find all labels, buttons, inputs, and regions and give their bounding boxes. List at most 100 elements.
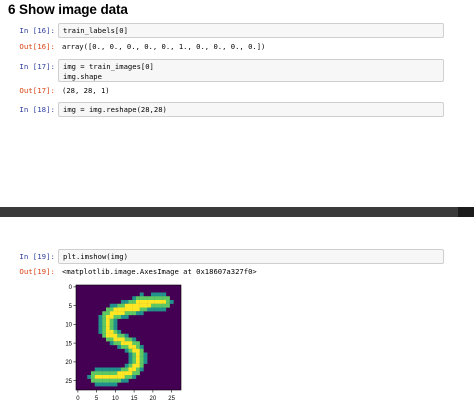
imshow-figure: 0 5 10 15 20 25 0 5 10 15 20 25 <box>65 284 182 402</box>
image-pixel <box>147 307 152 312</box>
image-pixel <box>143 307 148 312</box>
image-pixel <box>136 300 140 304</box>
image-pixel <box>128 303 133 308</box>
image-pixel <box>128 367 133 372</box>
image-pixel <box>139 292 144 297</box>
image-pixel <box>91 378 95 383</box>
image-pixel <box>132 367 137 372</box>
image-pixel <box>109 315 114 319</box>
image-pixel <box>87 375 92 379</box>
image-pixel <box>139 360 144 364</box>
image-pixel <box>98 375 103 379</box>
image-pixel <box>143 303 148 308</box>
image-pixel <box>109 378 114 383</box>
image-pixel <box>158 300 163 304</box>
image-pixel <box>147 303 152 308</box>
image-pixel <box>121 367 125 372</box>
image-pixel <box>128 348 133 353</box>
image-pixel <box>117 337 122 342</box>
y-tick-label: 20 <box>65 360 72 366</box>
image-pixel <box>124 345 129 349</box>
image-pixel <box>113 371 118 376</box>
image-pixel <box>128 371 133 376</box>
image-pixel <box>113 326 118 331</box>
image-pixel <box>132 375 137 379</box>
image-pixel <box>117 341 122 346</box>
image-pixel <box>121 341 125 346</box>
image-pixel <box>124 300 129 304</box>
image-pixel <box>109 307 114 312</box>
image-pixel <box>162 300 167 304</box>
image-pixel <box>106 315 110 319</box>
image-pixel <box>124 367 129 372</box>
image-pixel <box>162 292 167 297</box>
image-pixel <box>109 375 114 379</box>
image-pixel <box>109 371 114 376</box>
image-pixel <box>113 315 118 319</box>
image-pixel <box>106 382 110 387</box>
image-pixel <box>143 356 148 361</box>
y-tick-label: 15 <box>65 341 72 347</box>
image-pixel <box>124 378 129 383</box>
image-pixel <box>162 303 167 308</box>
image-pixel <box>102 371 107 376</box>
image-pixel <box>132 337 137 342</box>
image-pixel <box>121 345 125 349</box>
image-pixel <box>128 363 133 368</box>
x-tick-label: 15 <box>131 396 138 402</box>
image-pixel <box>106 333 110 338</box>
image-pixel <box>166 303 170 308</box>
image-pixel <box>94 367 99 372</box>
image-pixel <box>98 371 103 376</box>
image-pixel <box>94 378 99 383</box>
image-pixel <box>143 360 148 364</box>
image-pixel <box>109 367 114 372</box>
image-pixel <box>113 337 118 342</box>
image-pixel <box>162 296 167 301</box>
image-pixel <box>124 375 129 379</box>
image-pixel <box>158 303 163 308</box>
image-pixel <box>106 367 110 372</box>
image-pixel <box>102 311 107 316</box>
image-pixel <box>106 326 110 331</box>
image-pixel <box>132 356 137 361</box>
image-pixel <box>102 375 107 379</box>
image-pixel <box>128 307 133 312</box>
image-pixel <box>124 303 129 308</box>
image-pixel <box>136 307 140 312</box>
image-pixel <box>124 363 129 368</box>
image-pixel <box>106 375 110 379</box>
image-pixel <box>98 378 103 383</box>
image-pixel <box>136 348 140 353</box>
image-pixel <box>117 330 122 334</box>
image-pixel <box>117 345 122 349</box>
image-pixel <box>109 382 114 387</box>
image-pixel <box>143 300 148 304</box>
image-pixel <box>147 300 152 304</box>
image-pixel <box>117 375 122 379</box>
image-pixel <box>136 296 140 301</box>
image-pixel <box>132 363 137 368</box>
y-tick-label: 25 <box>65 379 72 385</box>
image-pixel <box>139 307 144 312</box>
image-pixel <box>132 371 137 376</box>
image-pixel <box>132 352 137 357</box>
x-tick-label: 20 <box>150 396 157 402</box>
image-pixel <box>158 292 163 297</box>
image-pixel <box>154 303 159 308</box>
image-pixel <box>102 378 107 383</box>
y-tick-label: 5 <box>69 304 73 310</box>
image-pixel <box>151 292 155 297</box>
y-tick-label: 0 <box>69 285 73 291</box>
image-pixel <box>98 330 103 334</box>
image-pixel <box>132 303 137 308</box>
image-pixel <box>128 311 133 316</box>
image-pixel <box>132 348 137 353</box>
image-pixel <box>113 378 118 383</box>
image-pixel <box>158 307 163 312</box>
image-pixel <box>109 337 114 342</box>
x-tick-label: 10 <box>112 396 119 402</box>
image-pixel <box>102 322 107 327</box>
image-pixel <box>136 352 140 357</box>
image-pixel <box>162 307 167 312</box>
